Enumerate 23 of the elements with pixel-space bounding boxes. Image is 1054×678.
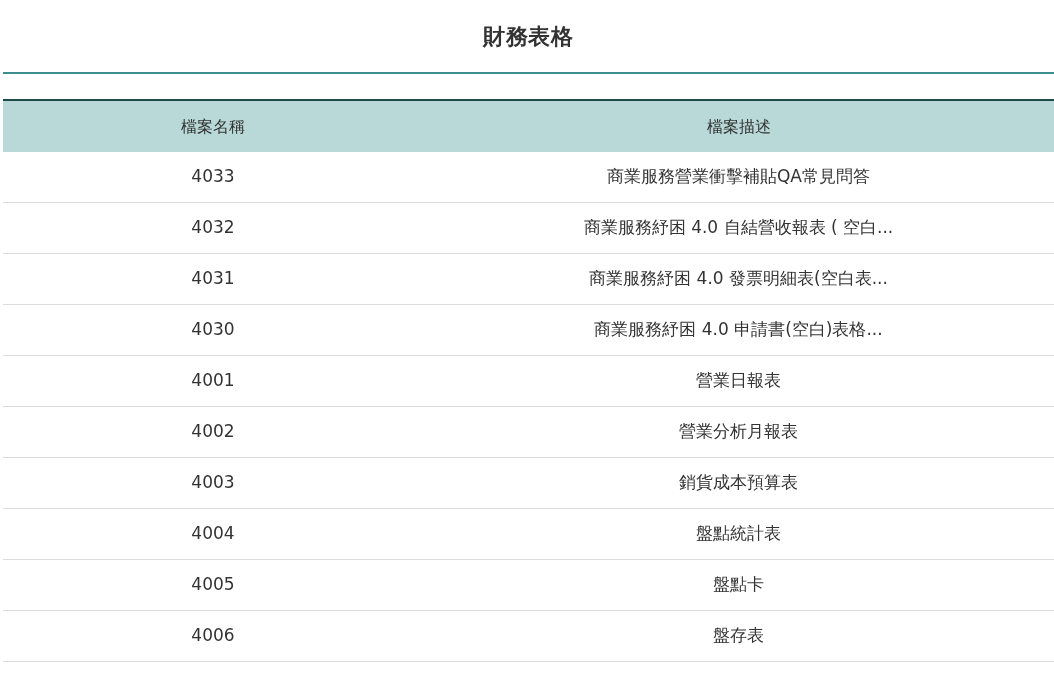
column-header: 檔案描述 [706, 115, 771, 138]
file-name-cell-text: 4031 [191, 267, 235, 291]
file-name-cell-text: 4001 [191, 369, 235, 393]
file-description-cell-text: 商業服務紓困 4.0 申請書(空白)表格... [594, 318, 883, 342]
file-name-cell-text: 4006 [191, 624, 235, 648]
file-description-cell-text: 商業服務紓困 4.0 發票明細表(空白表... [589, 267, 888, 291]
column-header: 檔案名稱 [181, 115, 245, 138]
file-name-cell-text: 4002 [191, 420, 235, 444]
file-name-cell-text: 4032 [191, 216, 235, 240]
page-title: 財務表格 [483, 22, 574, 51]
file-description-cell-text: 營業分析月報表 [679, 420, 798, 444]
file-description-cell-text: 商業服務紓困 4.0 自結營收報表 ( 空白... [583, 216, 894, 240]
file-name-cell-text: 4033 [191, 165, 235, 189]
file-description-cell-text: 盤點卡 [713, 573, 764, 597]
file-description-cell-text: 營業日報表 [696, 369, 781, 393]
file-description-cell-text: 盤點統計表 [696, 522, 781, 546]
file-description-cell-text: 銷貨成本預算表 [679, 471, 798, 495]
file-name-cell-text: 4003 [191, 471, 235, 495]
file-name-cell-text: 4004 [191, 522, 235, 546]
file-description-cell-text: 商業服務營業衝擊補貼QA常見問答 [607, 165, 870, 189]
file-name-cell-text: 4005 [191, 573, 235, 597]
file-name-cell-text: 4030 [191, 318, 235, 342]
file-description-cell-text: 盤存表 [713, 624, 764, 648]
